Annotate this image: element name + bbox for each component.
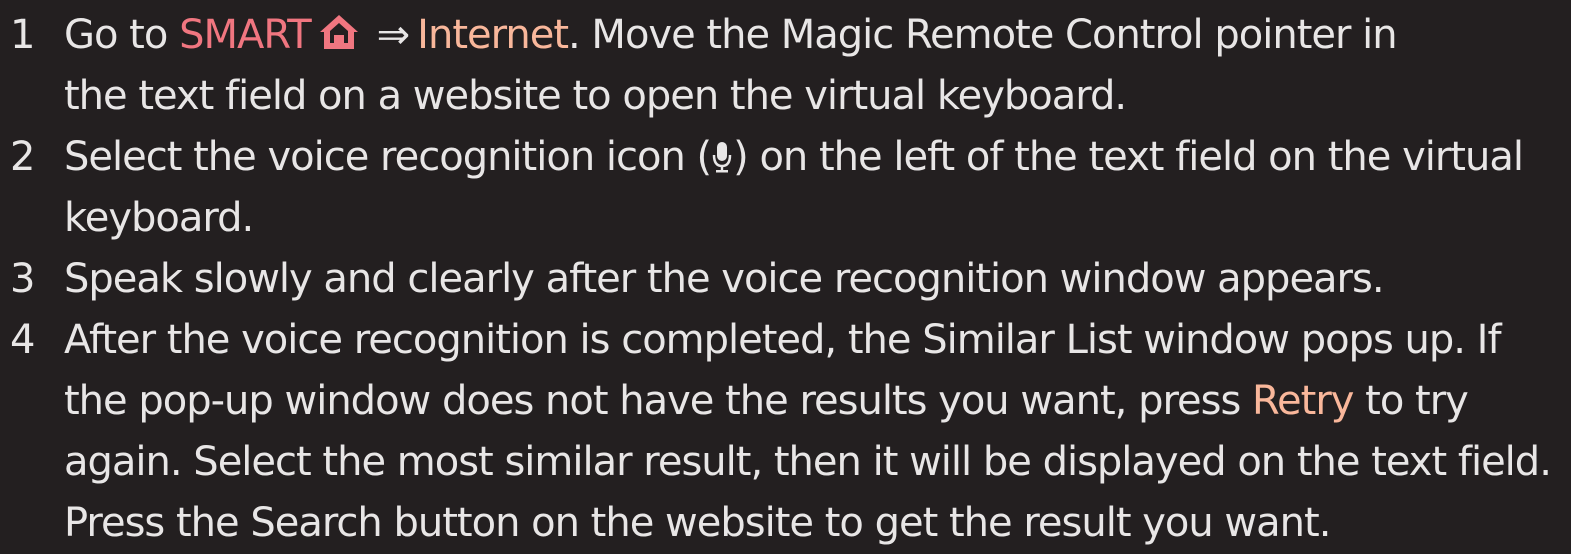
step-number: 1 — [10, 12, 35, 58]
step-line: Go to SMART ⇒ Internet. Move the Magic Rem… — [64, 5, 1564, 66]
step-text-part: Select the voice recognition icon ( — [64, 134, 712, 180]
home-icon — [317, 9, 361, 49]
step-text-part: to try — [1353, 378, 1469, 424]
step-line: again. Select the most similar result, t… — [64, 439, 1552, 485]
step-text-part: the pop-up window does not have the resu… — [64, 378, 1253, 424]
step-text: Select the voice recognition icon ( ) on … — [64, 127, 1564, 249]
step-number: 4 — [10, 317, 35, 363]
step-number: 2 — [10, 134, 35, 180]
step-line: Press the Search button on the website t… — [64, 500, 1331, 546]
step-text-part: ) on the left of the text field on the v… — [733, 134, 1524, 180]
step-line: After the voice recognition is completed… — [64, 317, 1502, 363]
step-text: Go to SMART ⇒ Internet. Move the Magic Rem… — [64, 5, 1564, 127]
internet-label: Internet — [417, 12, 569, 58]
step-text-part: . Move the Magic Remote Control pointer … — [568, 12, 1398, 58]
step-line: Select the voice recognition icon ( ) on … — [64, 127, 1564, 188]
microphone-icon — [711, 132, 733, 173]
step-line: the pop-up window does not have the resu… — [64, 371, 1564, 432]
step-text: After the voice recognition is completed… — [64, 310, 1564, 554]
step-number: 3 — [10, 256, 35, 302]
step-line: the text field on a website to open the … — [64, 73, 1127, 119]
step-line: keyboard. — [64, 195, 254, 241]
step-text-part: Go to — [64, 12, 180, 58]
smart-label: SMART — [179, 12, 312, 58]
step-text: Speak slowly and clearly after the voice… — [64, 249, 1564, 310]
arrow-glyph: ⇒ — [376, 12, 411, 58]
instruction-steps: 1 Go to SMART ⇒ Internet. Move the Magic R… — [0, 0, 1571, 550]
step-line: Speak slowly and clearly after the voice… — [64, 256, 1385, 302]
retry-label: Retry — [1252, 378, 1354, 424]
